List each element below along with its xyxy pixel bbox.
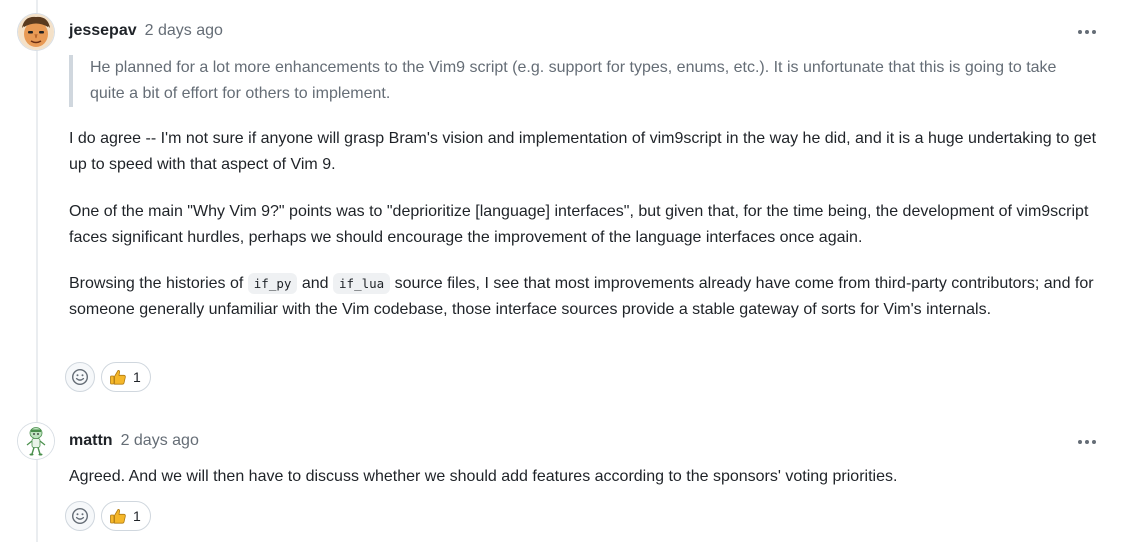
kebab-dot-icon: [1085, 440, 1089, 444]
avatar-mattn[interactable]: [18, 423, 54, 459]
inline-code: if_py: [247, 273, 298, 294]
thumbs-up-icon: [110, 509, 126, 524]
author-name[interactable]: mattn: [69, 432, 113, 449]
thread-timeline-line: [36, 0, 38, 542]
reaction-count: 1: [133, 369, 141, 385]
comment-timestamp[interactable]: 2 days ago: [145, 22, 223, 39]
kebab-dot-icon: [1085, 30, 1089, 34]
comment-header: jessepav 2 days ago: [69, 19, 223, 43]
quoted-text: He planned for a lot more enhancements t…: [69, 55, 1080, 107]
comment-paragraph: One of the main "Why Vim 9?" points was …: [69, 203, 1089, 246]
add-reaction-button[interactable]: [65, 501, 95, 531]
reactions-bar: 1: [65, 501, 151, 531]
comment-paragraph: I do agree -- I'm not sure if anyone wil…: [69, 130, 1097, 173]
comment-body: Agreed. And we will then have to discuss…: [69, 464, 1104, 490]
avatar-face-icon: [18, 14, 54, 50]
paragraph-text: and: [301, 275, 329, 292]
comment-options-button[interactable]: [1074, 23, 1100, 41]
avatar-character-icon: [18, 423, 54, 459]
comment-paragraph: Agreed. And we will then have to discuss…: [69, 468, 898, 485]
thumbs-up-reaction-button[interactable]: 1: [101, 501, 151, 531]
author-name[interactable]: jessepav: [69, 22, 137, 39]
smiley-icon: [71, 507, 89, 525]
comment-options-button[interactable]: [1074, 433, 1100, 451]
thumbs-up-icon: [110, 370, 126, 385]
comment-paragraph: Browsing the histories of if_py and if_l…: [69, 271, 1104, 323]
reactions-bar: 1: [65, 362, 151, 392]
avatar-jessepav[interactable]: [18, 14, 54, 50]
kebab-dot-icon: [1092, 30, 1096, 34]
comment-timestamp[interactable]: 2 days ago: [121, 432, 199, 449]
smiley-icon: [71, 368, 89, 386]
kebab-dot-icon: [1078, 30, 1082, 34]
thumbs-up-reaction-button[interactable]: 1: [101, 362, 151, 392]
paragraph-text: Browsing the histories of: [69, 275, 244, 292]
inline-code: if_lua: [333, 273, 391, 294]
add-reaction-button[interactable]: [65, 362, 95, 392]
reaction-count: 1: [133, 508, 141, 524]
comment-body: He planned for a lot more enhancements t…: [69, 55, 1104, 323]
kebab-dot-icon: [1092, 440, 1096, 444]
comment-header: mattn 2 days ago: [69, 429, 199, 453]
kebab-dot-icon: [1078, 440, 1082, 444]
